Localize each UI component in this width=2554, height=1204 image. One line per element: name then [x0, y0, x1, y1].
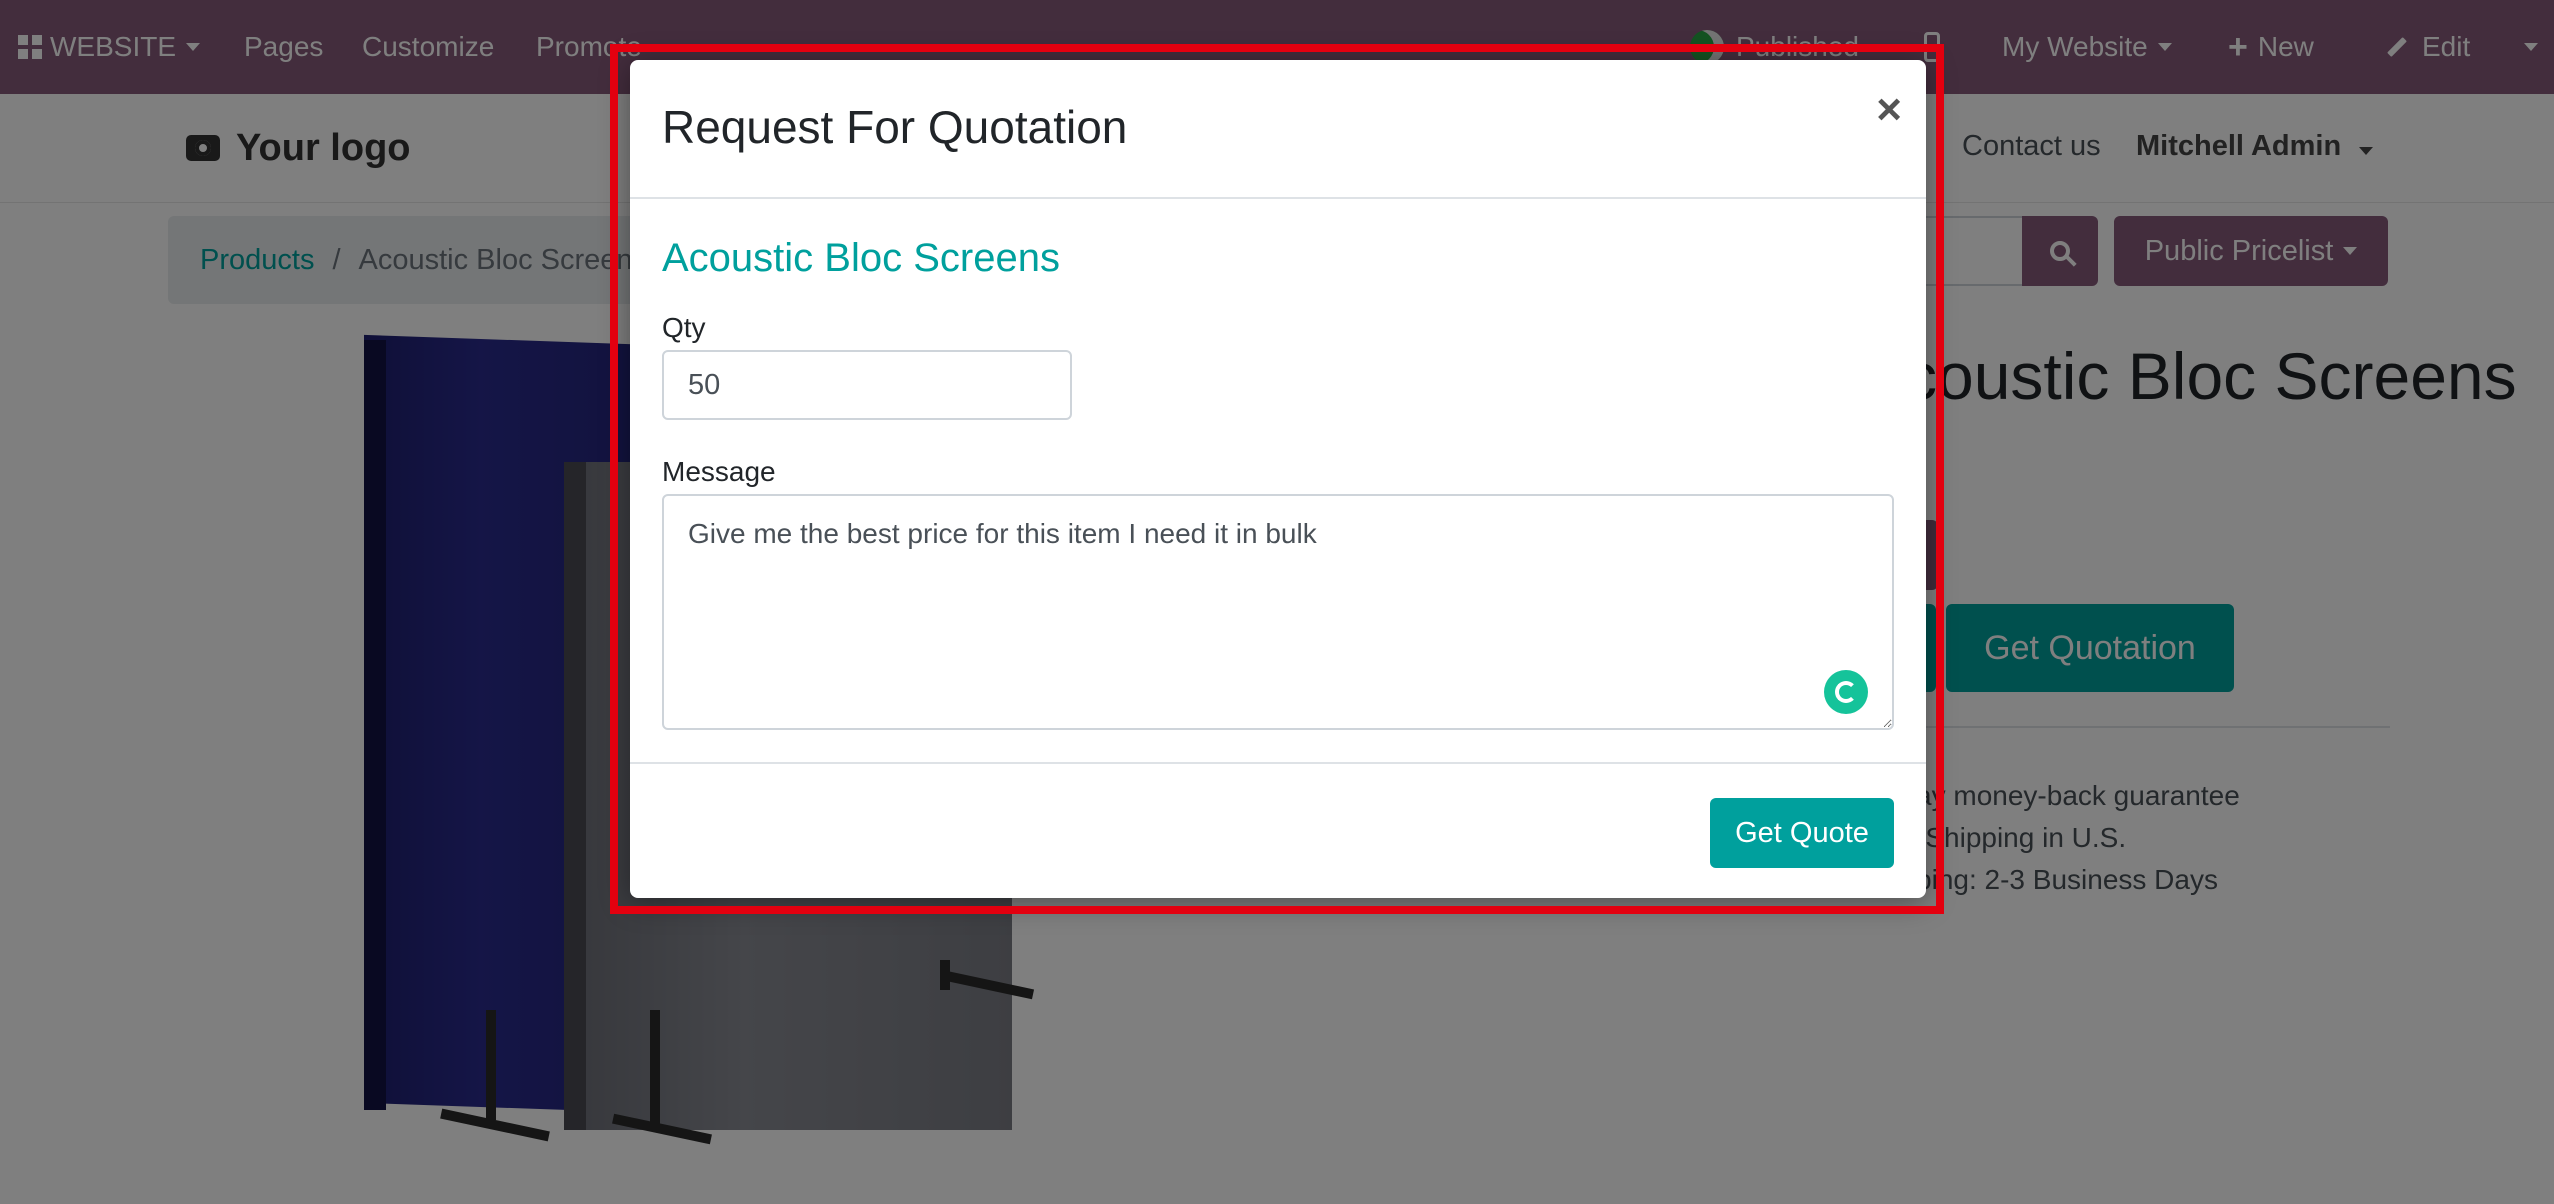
highlight-frame [610, 44, 1944, 914]
